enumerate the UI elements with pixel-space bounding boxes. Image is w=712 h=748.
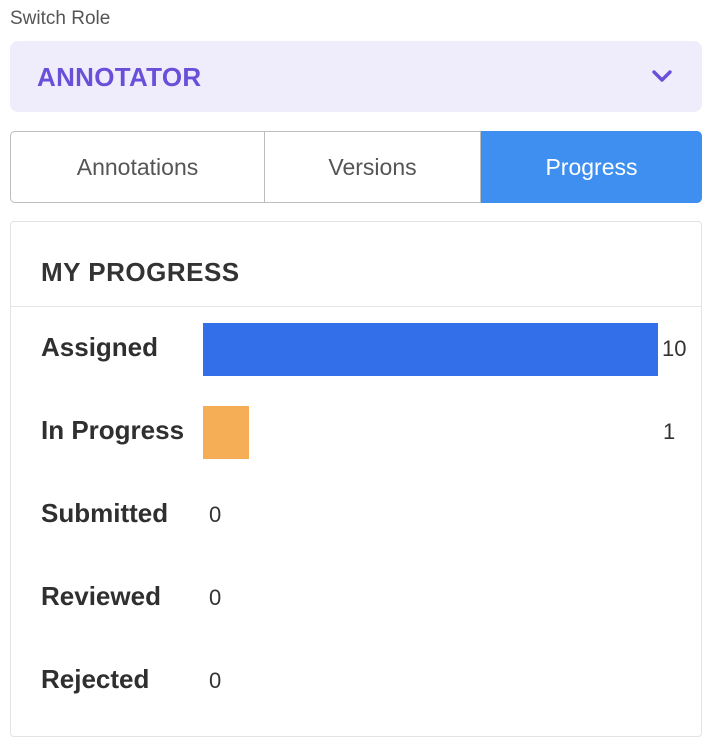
- progress-row-reviewed: Reviewed 0: [11, 571, 703, 627]
- tab-annotations[interactable]: Annotations: [10, 131, 265, 203]
- progress-row-rejected: Rejected 0: [11, 654, 703, 710]
- role-select[interactable]: ANNOTATOR: [10, 41, 702, 112]
- row-count: 0: [209, 585, 222, 610]
- tab-progress[interactable]: Progress: [481, 131, 702, 203]
- row-count: 10: [662, 336, 687, 361]
- row-label: Rejected: [41, 664, 150, 694]
- row-label: Assigned: [41, 332, 159, 362]
- row-label: Submitted: [41, 498, 169, 528]
- my-progress-card: MY PROGRESS Assigned 10 In Progress 1 Su…: [10, 221, 702, 737]
- progress-row-submitted: Submitted 0: [11, 488, 703, 544]
- row-count: 0: [209, 668, 222, 693]
- bar-track: [203, 405, 658, 461]
- card-title: MY PROGRESS: [41, 257, 240, 287]
- bar-track: [203, 654, 658, 710]
- progress-row-in-progress: In Progress 1: [11, 405, 703, 461]
- progress-bar: [203, 406, 249, 459]
- tab-versions[interactable]: Versions: [265, 131, 481, 203]
- tab-bar: Annotations Versions Progress: [10, 131, 702, 203]
- row-count: 1: [663, 419, 676, 444]
- role-progress-panel: Switch Role ANNOTATOR Annotations Versio…: [0, 0, 712, 748]
- role-select-value: ANNOTATOR: [37, 62, 202, 92]
- progress-bar: [203, 323, 658, 376]
- bar-track: [203, 488, 658, 544]
- row-count: 0: [209, 502, 222, 527]
- bar-track: [203, 322, 658, 378]
- progress-row-assigned: Assigned 10: [11, 322, 703, 378]
- switch-role-label: Switch Role: [10, 8, 111, 29]
- row-label: In Progress: [41, 415, 185, 445]
- bar-track: [203, 571, 658, 627]
- chevron-down-icon: [650, 66, 674, 86]
- row-label: Reviewed: [41, 581, 161, 611]
- card-header: MY PROGRESS: [11, 222, 701, 307]
